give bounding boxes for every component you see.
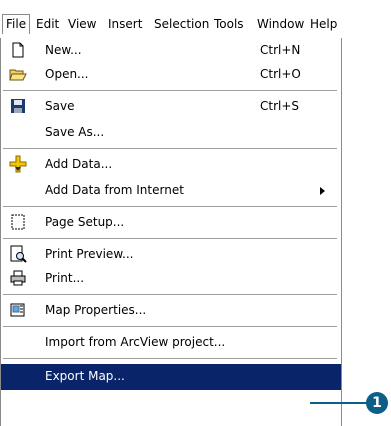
menu-item-page-setup[interactable]: Page Setup... [1,210,341,236]
menu-item-shortcut: Ctrl+O [260,67,301,81]
menu-separator [3,206,337,208]
menu-item-shortcut: Ctrl+S [260,99,300,113]
menu-insert[interactable]: Insert [108,17,142,31]
printer-icon [9,269,27,287]
menu-item-label: Export Map... [45,369,125,383]
menu-item-save-as[interactable]: Save As... [1,120,341,146]
menu-item-export-map[interactable]: Export Map... [1,364,341,390]
menu-item-label: Save [45,99,75,113]
menu-separator [3,148,337,150]
menu-item-save[interactable]: Save Ctrl+S [1,94,341,120]
menu-separator [3,294,337,296]
menu-separator [3,358,337,360]
menu-item-open[interactable]: Open... Ctrl+O [1,62,341,88]
menu-item-label: Page Setup... [45,215,125,229]
menu-item-shortcut: Ctrl+N [260,43,301,57]
menu-item-new[interactable]: New... Ctrl+N [1,38,341,64]
menu-item-print-preview[interactable]: Print Preview... [1,242,341,268]
menu-item-label: Add Data... [45,157,113,171]
menu-edit[interactable]: Edit [36,17,59,31]
menu-item-import-from-arcview[interactable]: Import from ArcView project... [1,330,341,356]
menu-separator [3,238,337,240]
menu-bar: File Edit View Insert Selection Tools Wi… [0,0,391,36]
menu-item-add-data[interactable]: Add Data... [1,152,341,178]
menu-file[interactable]: File [2,14,31,34]
menu-separator [3,326,337,328]
menu-help[interactable]: Help [310,17,337,31]
menu-selection[interactable]: Selection [154,17,209,31]
add-data-icon [9,155,27,173]
map-properties-icon [9,301,27,319]
new-document-icon [9,41,27,59]
page-setup-icon [9,213,27,231]
menu-item-label: New... [45,43,82,57]
menu-view[interactable]: View [68,17,96,31]
callout-number-badge: 1 [366,392,388,414]
menu-item-label: Save As... [45,125,105,139]
save-disk-icon [9,97,27,115]
print-preview-icon [9,245,27,263]
menu-separator [3,90,337,92]
menu-item-label: Add Data from Internet [45,183,184,197]
menu-item-label: Import from ArcView project... [45,335,226,349]
menu-tools[interactable]: Tools [214,17,244,31]
menu-item-label: Open... [45,67,89,81]
menu-item-label: Print Preview... [45,247,134,261]
menu-item-add-data-from-internet[interactable]: Add Data from Internet [1,178,341,204]
file-menu-dropdown: New... Ctrl+N Open... Ctrl+O Save Ctrl+S… [0,38,342,426]
menu-item-label: Print... [45,271,85,285]
menu-item-label: Map Properties... [45,303,147,317]
menu-window[interactable]: Window [257,17,304,31]
menu-item-map-properties[interactable]: Map Properties... [1,298,341,324]
open-folder-icon [9,65,27,83]
submenu-arrow-icon [320,187,325,195]
menu-item-print[interactable]: Print... [1,266,341,292]
callout-leader-line [310,402,368,404]
